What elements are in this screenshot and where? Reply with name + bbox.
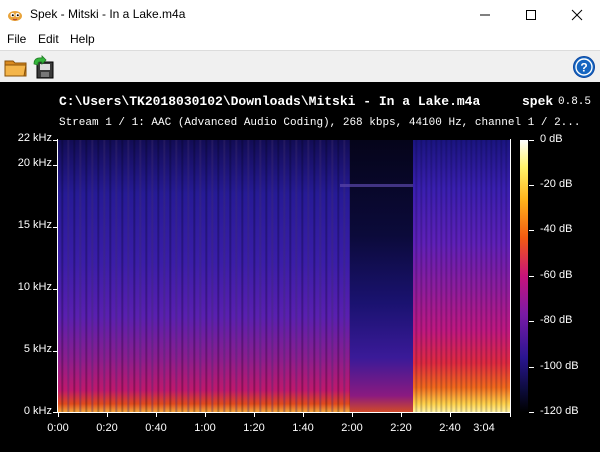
db-tick-label: 0 dB <box>540 133 563 145</box>
menu-file[interactable]: File <box>7 32 26 46</box>
close-button[interactable] <box>554 0 600 30</box>
freq-tick-label: 22 kHz <box>17 132 52 144</box>
time-tick-label: 0:00 <box>47 422 69 434</box>
app-version: 0.8.5 <box>558 96 592 108</box>
time-tick-label: 1:00 <box>194 422 216 434</box>
db-tick-label: -100 dB <box>540 360 579 372</box>
spectrum-highlights <box>58 140 350 412</box>
minimize-button[interactable] <box>462 0 508 30</box>
time-tick-label: 0:20 <box>96 422 118 434</box>
app-name: spek <box>522 94 554 109</box>
spectrum-loud-stripes <box>413 140 510 412</box>
freq-tick-label: 20 kHz <box>17 157 52 169</box>
db-color-scale <box>520 140 528 412</box>
stream-info: Stream 1 / 1: AAC (Advanced Audio Coding… <box>59 117 581 129</box>
freq-tick-label: 0 kHz <box>23 405 52 417</box>
maximize-button[interactable] <box>508 0 554 30</box>
file-path: C:\Users\TK2018030102\Downloads\Mitski -… <box>59 94 481 109</box>
minimize-icon <box>480 14 490 16</box>
toolbar: ? <box>0 50 600 83</box>
menu-edit[interactable]: Edit <box>38 32 59 46</box>
close-icon <box>571 9 583 21</box>
db-tick-label: -120 dB <box>540 405 579 417</box>
spectrum-region-quiet <box>350 140 413 412</box>
spectrogram-view: C:\Users\TK2018030102\Downloads\Mitski -… <box>0 82 600 452</box>
time-tick-label: 3:04 <box>473 422 495 434</box>
time-tick-label: 1:40 <box>292 422 314 434</box>
maximize-icon <box>526 10 536 20</box>
db-tick-label: -20 dB <box>540 178 573 190</box>
open-folder-icon[interactable] <box>4 55 28 79</box>
freq-tick-label: 15 kHz <box>17 219 52 231</box>
window-title: Spek - Mitski - In a Lake.m4a <box>30 7 186 21</box>
svg-text:?: ? <box>580 61 587 75</box>
spectrogram-plot <box>58 140 510 412</box>
time-tick-label: 1:20 <box>243 422 265 434</box>
freq-tick-label: 10 kHz <box>17 281 52 293</box>
menu-help[interactable]: Help <box>70 32 95 46</box>
db-tick-label: -60 dB <box>540 269 573 281</box>
time-tick-label: 2:20 <box>390 422 412 434</box>
title-bar: Spek - Mitski - In a Lake.m4a <box>0 0 600 30</box>
freq-tick-label: 5 kHz <box>23 343 52 355</box>
save-icon[interactable] <box>32 55 56 79</box>
time-tick-label: 2:00 <box>341 422 363 434</box>
help-icon[interactable]: ? <box>572 55 596 79</box>
spek-app-icon <box>8 11 22 21</box>
db-tick-label: -40 dB <box>540 223 573 235</box>
time-tick-label: 0:40 <box>145 422 167 434</box>
menu-bar: File Edit Help <box>0 30 600 50</box>
db-tick-label: -80 dB <box>540 314 573 326</box>
